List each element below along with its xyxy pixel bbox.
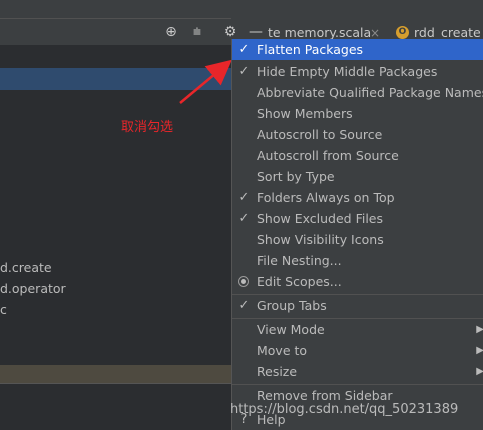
collapse-all-icon[interactable]: ⩧: [189, 24, 205, 40]
menu-item-autoscroll-to-source[interactable]: Autoscroll to Source: [232, 124, 483, 145]
menu-item-view-mode[interactable]: View Mode ▶: [232, 319, 483, 340]
menu-item-label: Show Excluded Files: [257, 211, 384, 226]
menu-item-show-members[interactable]: Show Members: [232, 103, 483, 124]
menu-item-show-visibility-icons[interactable]: Show Visibility Icons: [232, 229, 483, 250]
menu-item-autoscroll-from-source[interactable]: Autoscroll from Source: [232, 145, 483, 166]
submenu-arrow-icon: ▶: [476, 366, 483, 377]
checkmark-icon: ✓: [238, 190, 250, 205]
scala-object-icon: O: [396, 26, 409, 39]
menu-item-hide-empty-middle-packages[interactable]: ✓ Hide Empty Middle Packages: [232, 61, 483, 82]
submenu-arrow-icon: ▶: [476, 345, 483, 356]
menu-item-label: Autoscroll from Source: [257, 148, 399, 163]
tree-item-rdd-create[interactable]: d.create: [0, 258, 52, 278]
options-popup-menu: ✓ Flatten Packages ✓ Hide Empty Middle P…: [231, 39, 483, 430]
tree-item-c[interactable]: c: [0, 300, 7, 320]
hide-icon[interactable]: —: [248, 24, 264, 40]
checkmark-icon: ✓: [238, 64, 250, 79]
menu-item-label: Flatten Packages: [257, 42, 364, 57]
menu-item-label: Move to: [257, 343, 308, 358]
menu-item-label: Resize: [257, 364, 298, 379]
menu-item-resize[interactable]: Resize ▶: [232, 361, 483, 382]
submenu-arrow-icon: ▶: [476, 324, 483, 335]
checkmark-icon: ✓: [238, 211, 250, 226]
menu-item-edit-scopes[interactable]: Edit Scopes...: [232, 271, 483, 292]
top-toolbar: [0, 0, 483, 45]
scope-radio-icon: [238, 276, 249, 287]
menu-item-abbreviate-qualified-package-names[interactable]: Abbreviate Qualified Package Names: [232, 82, 483, 103]
menu-item-label: Autoscroll to Source: [257, 127, 383, 142]
menu-item-file-nesting[interactable]: File Nesting...: [232, 250, 483, 271]
menu-item-group-tabs[interactable]: ✓ Group Tabs: [232, 295, 483, 316]
watermark: https://blog.csdn.net/qq_50231389: [230, 402, 459, 417]
menu-item-label: Group Tabs: [257, 298, 327, 313]
menu-item-folders-always-on-top[interactable]: ✓ Folders Always on Top: [232, 187, 483, 208]
annotation-label: 取消勾选: [121, 120, 174, 135]
menu-item-label: File Nesting...: [257, 253, 342, 268]
menu-item-label: Edit Scopes...: [257, 274, 342, 289]
menu-item-label: Show Visibility Icons: [257, 232, 384, 247]
divider: [0, 383, 231, 384]
checkmark-icon: ✓: [238, 42, 250, 57]
menu-item-label: View Mode: [257, 322, 325, 337]
tree-item-rdd-operator[interactable]: d.operator: [0, 279, 66, 299]
menu-item-show-excluded-files[interactable]: ✓ Show Excluded Files: [232, 208, 483, 229]
menu-item-label: Sort by Type: [257, 169, 335, 184]
tree-highlight-strip: [0, 365, 231, 383]
menu-item-label: Folders Always on Top: [257, 190, 395, 205]
annotation-arrow: [179, 59, 232, 104]
menu-item-flatten-packages[interactable]: ✓ Flatten Packages: [232, 39, 483, 60]
menu-item-label: Show Members: [257, 106, 353, 121]
menu-item-move-to[interactable]: Move to ▶: [232, 340, 483, 361]
menu-item-sort-by-type[interactable]: Sort by Type: [232, 166, 483, 187]
crosshair-icon[interactable]: ⊕: [163, 24, 179, 40]
menu-item-label: Abbreviate Qualified Package Names: [257, 85, 483, 100]
checkmark-icon: ✓: [238, 298, 250, 313]
gear-icon[interactable]: ⚙: [222, 24, 238, 40]
menu-item-label: Hide Empty Middle Packages: [257, 64, 438, 79]
